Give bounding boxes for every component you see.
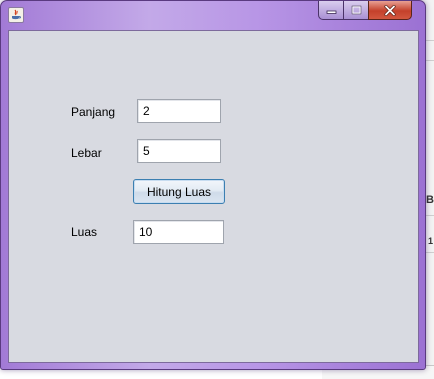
minimize-icon xyxy=(326,10,336,14)
window-controls xyxy=(318,1,412,20)
panjang-label: Panjang xyxy=(71,105,116,119)
panjang-input[interactable] xyxy=(137,99,221,123)
maximize-button[interactable] xyxy=(343,1,368,20)
content-panel: Panjang Lebar Hitung Luas Luas xyxy=(8,30,419,363)
lebar-label: Lebar xyxy=(71,146,102,160)
background-divider xyxy=(426,40,434,41)
close-button[interactable] xyxy=(368,1,412,20)
background-divider xyxy=(426,60,434,61)
background-divider xyxy=(426,215,434,216)
close-icon xyxy=(384,4,396,16)
background-text: B xyxy=(426,194,434,206)
title-bar[interactable] xyxy=(1,1,425,29)
app-window: Panjang Lebar Hitung Luas Luas xyxy=(0,0,426,370)
java-app-icon[interactable] xyxy=(8,7,24,23)
maximize-icon xyxy=(351,5,361,15)
lebar-input[interactable] xyxy=(137,139,221,163)
hitung-luas-button[interactable]: Hitung Luas xyxy=(133,179,225,204)
minimize-button[interactable] xyxy=(318,1,343,20)
luas-label: Luas xyxy=(71,225,98,239)
luas-output[interactable] xyxy=(133,220,224,244)
background-text: 1 xyxy=(428,236,434,246)
background-divider xyxy=(426,252,434,253)
